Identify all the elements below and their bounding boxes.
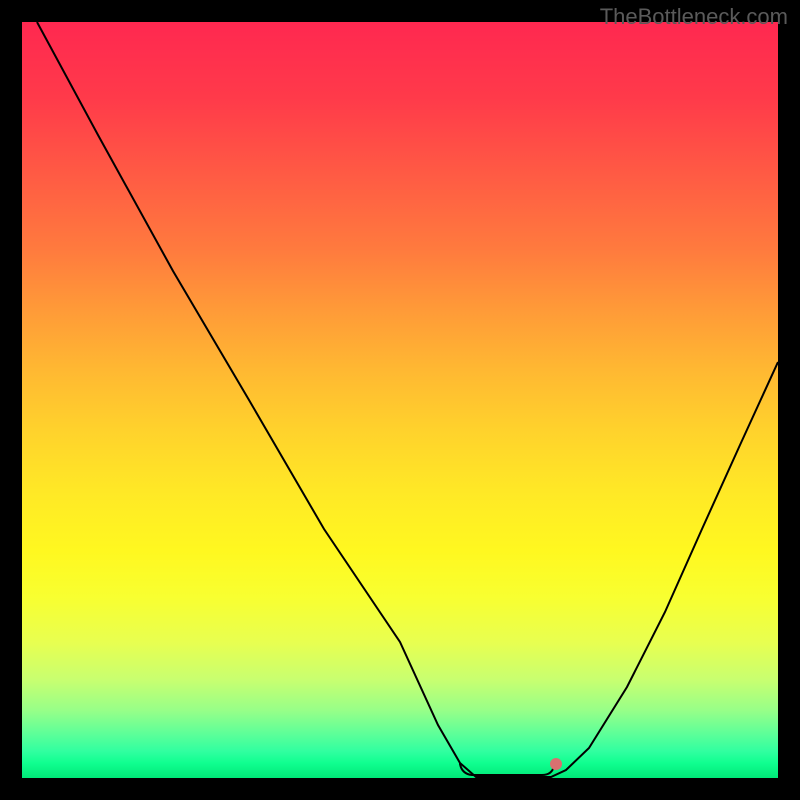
bottleneck-curve	[22, 22, 778, 778]
curve-path	[37, 22, 778, 777]
watermark-text: TheBottleneck.com	[600, 4, 788, 30]
chart-plot-area	[22, 22, 778, 778]
optimal-range-marker	[460, 764, 554, 775]
optimal-end-dot	[550, 758, 562, 770]
